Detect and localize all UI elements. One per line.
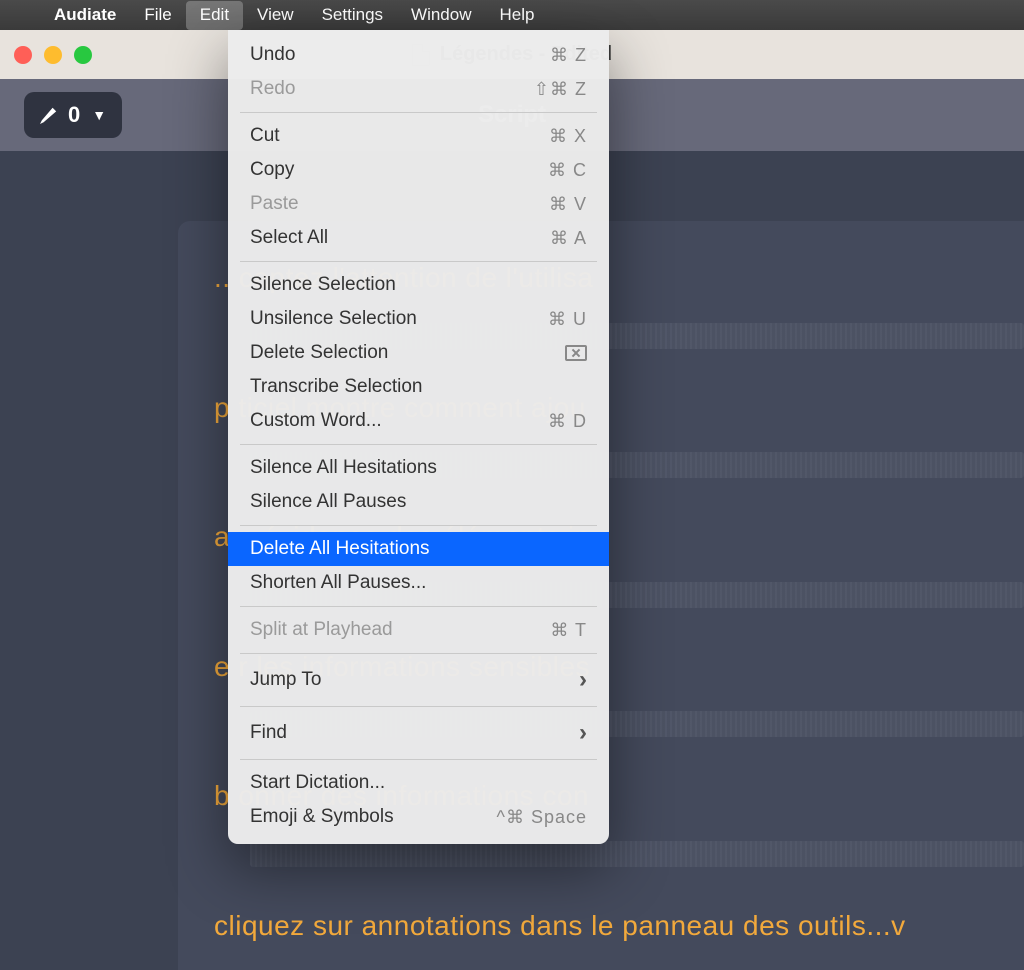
close-icon[interactable] (14, 46, 32, 64)
menu-item-label: Silence All Hesitations (250, 457, 437, 479)
menu-item-label: Select All (250, 227, 328, 249)
edit-count: 0 (68, 102, 80, 128)
menu-item-label: Start Dictation... (250, 772, 385, 794)
menu-item-label: Silence All Pauses (250, 491, 406, 513)
menu-shortcut: ⇧⌘ Z (534, 79, 587, 100)
minimize-icon[interactable] (44, 46, 62, 64)
script-line[interactable]: cliquez sur annotations dans le panneau … (214, 909, 1024, 943)
menu-separator (240, 525, 597, 526)
menu-separator (240, 759, 597, 760)
menu-item-delete-all-hesitations[interactable]: Delete All Hesitations (228, 532, 609, 566)
menubar-edit[interactable]: Edit (186, 1, 243, 30)
menu-separator (240, 112, 597, 113)
menubar-view[interactable]: View (243, 1, 308, 30)
waveform (250, 841, 1024, 867)
menubar-app[interactable]: Audiate (40, 1, 130, 30)
menu-shortcut: ⌘ D (548, 411, 587, 432)
menu-item-label: Redo (250, 78, 295, 100)
menu-item-label: Shorten All Pauses... (250, 572, 426, 594)
menu-item-label: Delete All Hesitations (250, 538, 430, 560)
delete-icon (565, 345, 587, 361)
menu-item-label: Undo (250, 44, 295, 66)
menu-item-label: Unsilence Selection (250, 308, 417, 330)
menu-shortcut: ⌘ C (548, 160, 587, 181)
menu-item-label: Cut (250, 125, 280, 147)
menu-item-cut[interactable]: Cut ⌘ X (228, 119, 609, 153)
menu-item-unsilence-selection[interactable]: Unsilence Selection ⌘ U (228, 302, 609, 336)
menu-item-label: Copy (250, 159, 294, 181)
chevron-right-icon: › (579, 719, 587, 747)
menu-separator (240, 261, 597, 262)
menu-item-label: Custom Word... (250, 410, 382, 432)
mac-menubar: Audiate File Edit View Settings Window H… (0, 0, 1024, 30)
menu-separator (240, 606, 597, 607)
menu-separator (240, 653, 597, 654)
menu-item-label: Emoji & Symbols (250, 806, 394, 828)
zoom-icon[interactable] (74, 46, 92, 64)
menu-shortcut: ⌘ U (548, 309, 587, 330)
menu-item-undo[interactable]: Undo ⌘ Z (228, 38, 609, 72)
menu-shortcut: ⌘ X (549, 126, 587, 147)
menu-shortcut: ^⌘ Space (497, 807, 588, 828)
menu-shortcut: ⌘ A (550, 228, 587, 249)
menu-separator (240, 444, 597, 445)
edit-menu: Undo ⌘ Z Redo ⇧⌘ Z Cut ⌘ X Copy ⌘ C Paste ⌘ V Sele… (228, 30, 609, 844)
chevron-right-icon: › (579, 666, 587, 694)
edit-tool-button[interactable]: 0 ▼ (24, 92, 122, 138)
menu-item-find[interactable]: Find › (228, 713, 609, 753)
menu-item-transcribe-selection[interactable]: Transcribe Selection (228, 370, 609, 404)
menu-item-paste: Paste ⌘ V (228, 187, 609, 221)
menu-separator (240, 706, 597, 707)
menubar-settings[interactable]: Settings (308, 1, 397, 30)
menu-item-label: Jump To (250, 669, 321, 691)
menu-item-label: Silence Selection (250, 274, 396, 296)
menubar-window[interactable]: Window (397, 1, 485, 30)
menu-shortcut: ⌘ V (549, 194, 587, 215)
menu-item-silence-selection[interactable]: Silence Selection (228, 268, 609, 302)
menu-item-select-all[interactable]: Select All ⌘ A (228, 221, 609, 255)
menu-item-silence-all-hesitations[interactable]: Silence All Hesitations (228, 451, 609, 485)
menubar-help[interactable]: Help (486, 1, 549, 30)
menu-item-label: Paste (250, 193, 299, 215)
menu-shortcut: ⌘ Z (550, 45, 587, 66)
menu-item-emoji-symbols[interactable]: Emoji & Symbols ^⌘ Space (228, 800, 609, 834)
pencil-icon (40, 106, 58, 124)
traffic-lights (14, 46, 92, 64)
menu-item-redo: Redo ⇧⌘ Z (228, 72, 609, 106)
menu-item-copy[interactable]: Copy ⌘ C (228, 153, 609, 187)
menu-item-shorten-all-pauses[interactable]: Shorten All Pauses... (228, 566, 609, 600)
menu-item-label: Find (250, 722, 287, 744)
menu-item-delete-selection[interactable]: Delete Selection (228, 336, 609, 370)
menu-item-label: Transcribe Selection (250, 376, 422, 398)
menu-item-split-at-playhead: Split at Playhead ⌘ T (228, 613, 609, 647)
menu-item-label: Delete Selection (250, 342, 388, 364)
menu-item-custom-word[interactable]: Custom Word... ⌘ D (228, 404, 609, 438)
menubar-file[interactable]: File (130, 1, 185, 30)
menu-shortcut: ⌘ T (550, 620, 587, 641)
menu-item-label: Split at Playhead (250, 619, 393, 641)
menu-item-start-dictation[interactable]: Start Dictation... (228, 766, 609, 800)
chevron-down-icon: ▼ (92, 107, 106, 123)
menu-item-jump-to[interactable]: Jump To › (228, 660, 609, 700)
menu-item-silence-all-pauses[interactable]: Silence All Pauses (228, 485, 609, 519)
